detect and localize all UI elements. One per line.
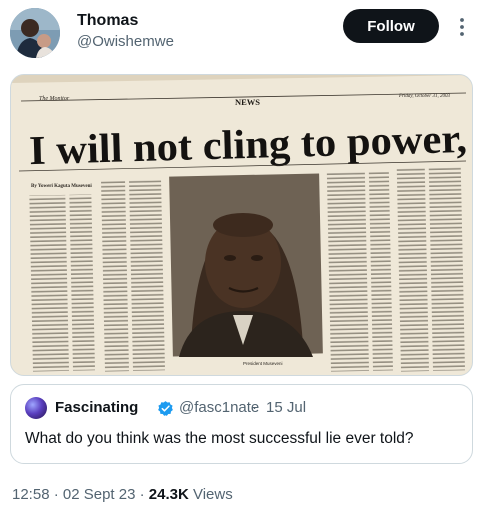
quoted-author-avatar[interactable] — [25, 397, 47, 419]
tweet-header: Thomas @Owishemwe Follow — [0, 0, 481, 66]
tweet-timestamp[interactable]: 12:58 · 02 Sept 23 · — [12, 486, 149, 503]
quoted-tweet-text: What do you think was the most successfu… — [25, 430, 414, 447]
quoted-author-display-name[interactable]: Fascinating — [55, 399, 138, 417]
verified-badge-icon — [158, 401, 173, 416]
author-avatar[interactable] — [10, 8, 60, 58]
newspaper-clipping: The Monitor NEWS Friday, October 31, 200… — [11, 75, 472, 375]
author-handle[interactable]: @Owishemwe — [77, 32, 174, 52]
author-display-name[interactable]: Thomas — [77, 11, 174, 30]
follow-button[interactable]: Follow — [343, 9, 439, 43]
views-label: Views — [188, 486, 233, 503]
quoted-tweet[interactable]: Fascinating @fasc1nate · 15 Jul What do … — [10, 384, 473, 464]
newspaper-byline: By Yoweri Kaguta Museveni — [31, 184, 92, 189]
tweet-media-image[interactable]: The Monitor NEWS Friday, October 31, 200… — [10, 74, 473, 376]
newspaper-masthead: The Monitor — [39, 96, 70, 102]
newspaper-section: NEWS — [235, 97, 260, 107]
newspaper-photo-caption: President Museveni — [243, 361, 283, 366]
quoted-tweet-date[interactable]: 15 Jul — [266, 399, 306, 417]
quoted-author-handle[interactable]: @fasc1nate — [179, 399, 259, 417]
views-count: 24.3K — [148, 486, 189, 503]
newspaper-date: Friday, October 31, 2003 — [398, 94, 450, 99]
more-options-icon[interactable] — [451, 16, 473, 38]
quoted-separator-dot: · — [252, 399, 257, 416]
avatar-photo — [10, 8, 60, 58]
author-info: Thomas @Owishemwe — [77, 11, 174, 52]
tweet-meta: 12:58 · 02 Sept 23 · 24.3K Views — [12, 485, 233, 505]
